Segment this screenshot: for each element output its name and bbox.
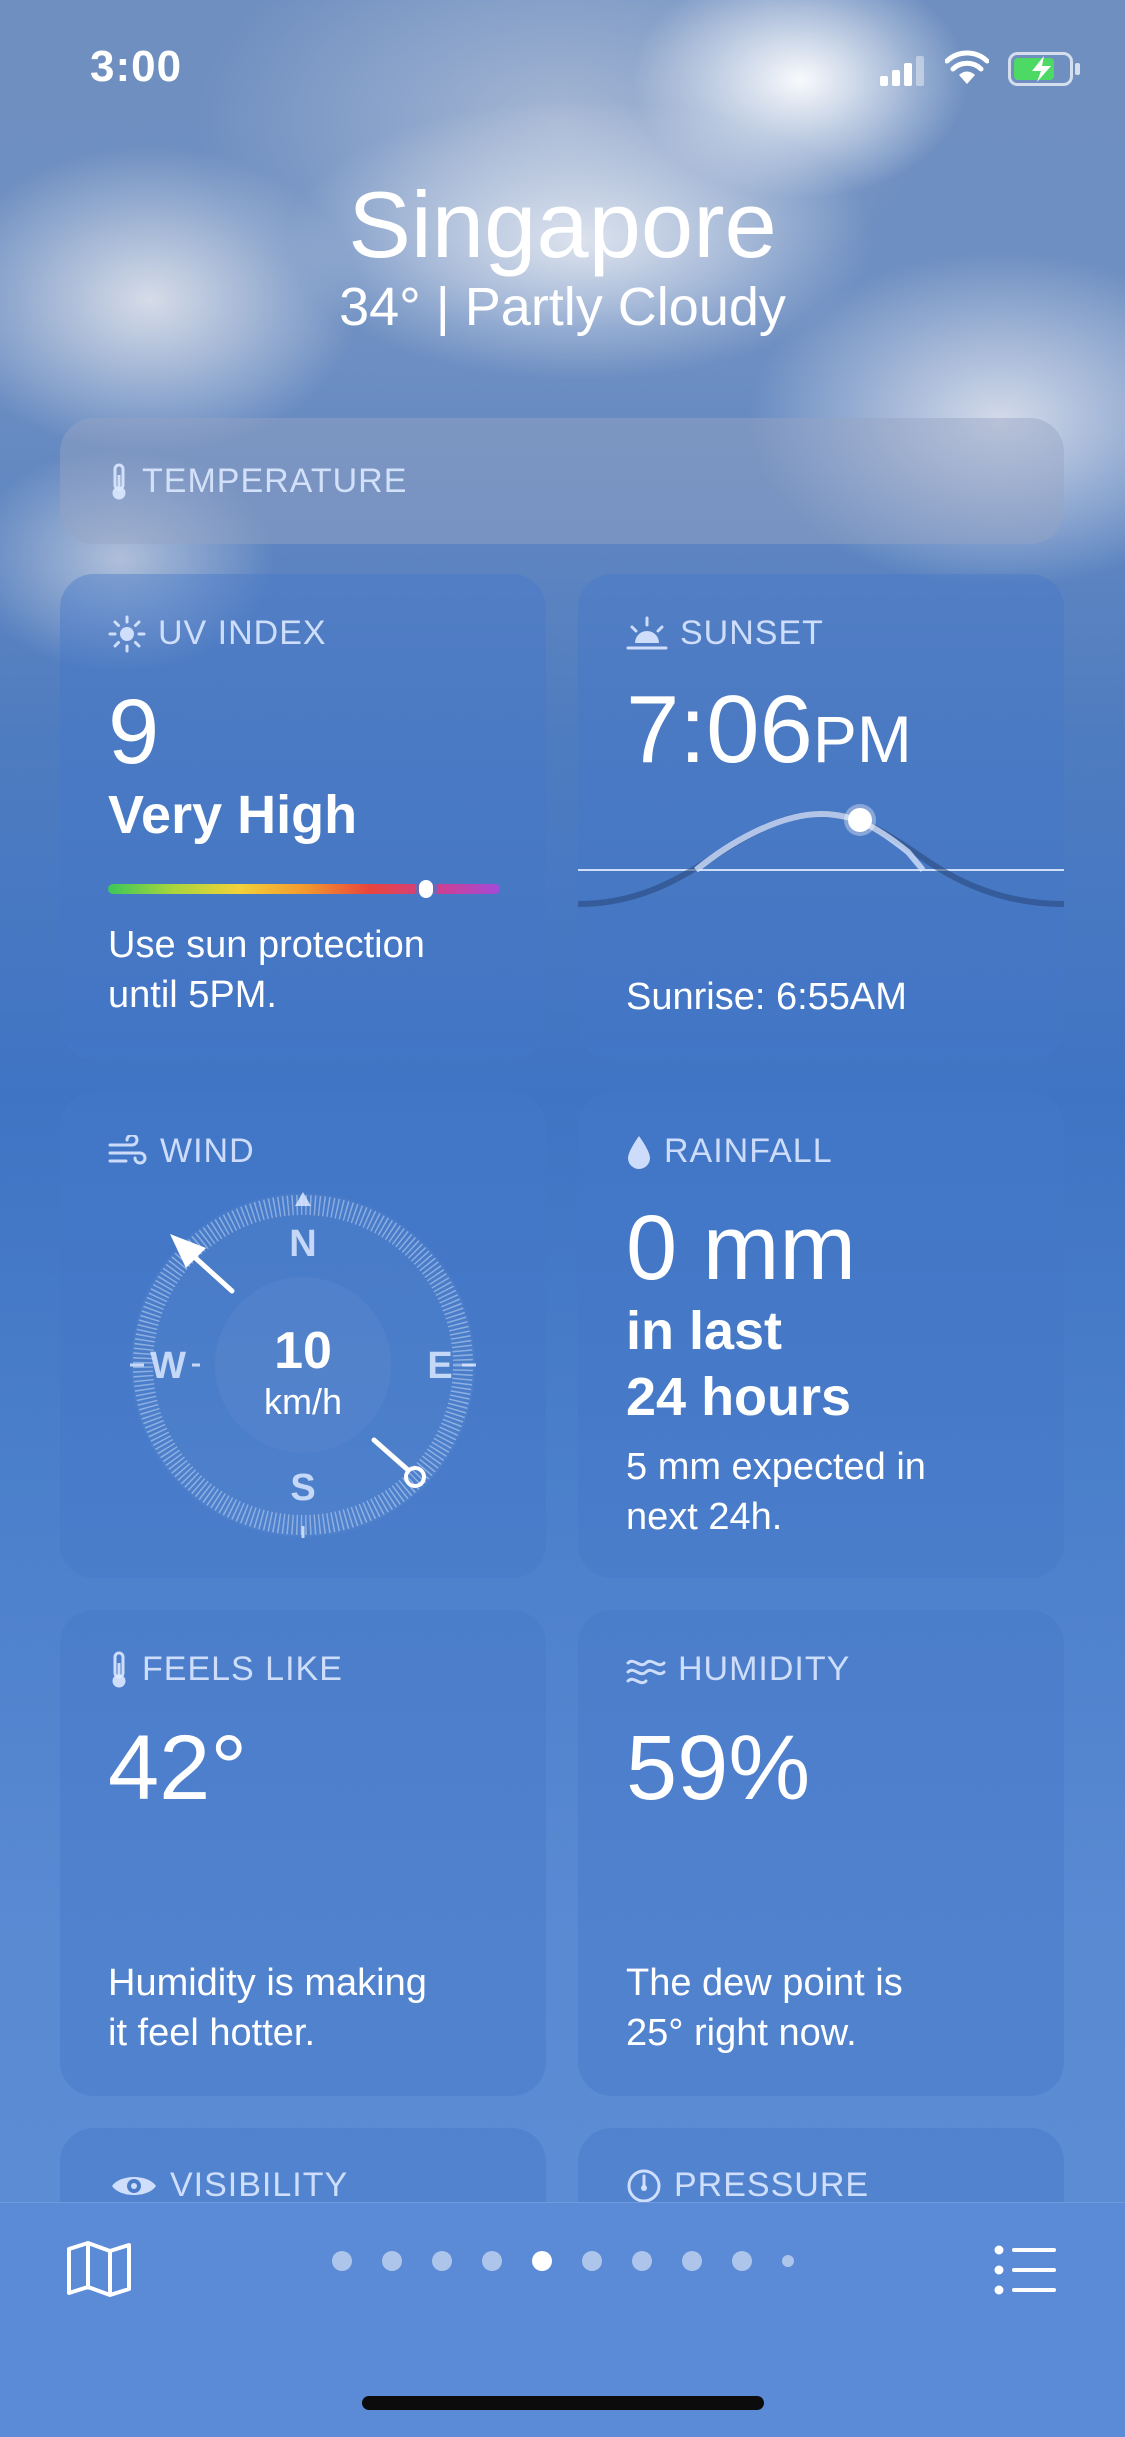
- feels-like-desc-line2: it feel hotter.: [108, 2012, 316, 2054]
- thermometer-icon: [112, 1651, 126, 1687]
- uv-index-desc-line1: Use sun protection: [108, 924, 425, 966]
- raindrop-icon: [628, 1135, 650, 1169]
- rainfall-period-line1: in last: [626, 1301, 783, 1361]
- page-dot[interactable]: [631, 2251, 652, 2271]
- humidity-icon: [626, 1659, 666, 1684]
- temperature-title: TEMPERATURE: [108, 462, 407, 501]
- pressure-title-label: PRESSURE: [674, 2166, 870, 2204]
- sunset-title-label: SUNSET: [680, 614, 824, 652]
- sunset-title: SUNSET: [626, 614, 824, 653]
- uv-index-card[interactable]: UV INDEX 9 Very High Use sun protection …: [60, 574, 546, 1060]
- wind-title: WIND: [108, 1132, 255, 1171]
- humidity-card[interactable]: HUMIDITY 59% The dew point is 25° right …: [578, 1610, 1064, 2096]
- rainfall-card[interactable]: RAINFALL 0 mm in last 24 hours 5 mm expe…: [578, 1092, 1064, 1578]
- page-dot[interactable]: [731, 2251, 752, 2271]
- temperature-title-label: TEMPERATURE: [142, 462, 408, 500]
- rainfall-title: RAINFALL: [626, 1132, 833, 1171]
- visibility-title-label: VISIBILITY: [170, 2166, 349, 2204]
- page-dot[interactable]: [381, 2251, 402, 2271]
- uv-index-value: 9: [108, 681, 160, 783]
- page-indicator[interactable]: [0, 2251, 1125, 2271]
- rainfall-value: 0 mm: [626, 1197, 856, 1299]
- thermometer-icon: [112, 463, 126, 499]
- wind-card[interactable]: WIND N S E W 10 km/h: [60, 1092, 546, 1578]
- home-indicator[interactable]: [362, 2396, 764, 2410]
- sunset-icon: [626, 616, 668, 649]
- page-dot[interactable]: [331, 2251, 352, 2271]
- uv-index-title: UV INDEX: [108, 614, 327, 653]
- current-summary: 34° | Partly Cloudy: [339, 277, 786, 337]
- humidity-title: HUMIDITY: [626, 1650, 850, 1689]
- wind-speed-value: 10: [274, 1322, 332, 1380]
- sunrise-time: Sunrise: 6:55AM: [626, 976, 907, 1018]
- sun-path-below: [578, 810, 1064, 907]
- gauge-icon: [627, 2169, 661, 2202]
- status-bar: 3:00: [0, 0, 1125, 140]
- feels-like-title: FEELS LIKE: [108, 1650, 343, 1689]
- sunset-card[interactable]: SUNSET 7:06PM Sunrise: 6:55AM: [578, 574, 1064, 1060]
- pressure-title: PRESSURE: [626, 2166, 869, 2205]
- location-header: Singapore 34° | Partly Cloudy: [0, 170, 1125, 340]
- feels-like-title-label: FEELS LIKE: [142, 1650, 343, 1688]
- feels-like-desc-line1: Humidity is making: [108, 1962, 427, 2004]
- uv-index-marker: [418, 880, 433, 898]
- compass-west: W: [150, 1345, 186, 1387]
- wind-compass: N S E W 10 km/h: [130, 1192, 476, 1538]
- eye-icon: [112, 2176, 156, 2195]
- uv-index-level: Very High: [108, 785, 358, 845]
- temperature-card[interactable]: TEMPERATURE: [60, 418, 1064, 544]
- sunset-time-ampm: PM: [812, 702, 912, 776]
- rainfall-period-line2: 24 hours: [626, 1367, 852, 1427]
- uv-index-desc-line2: until 5PM.: [108, 974, 277, 1016]
- humidity-value: 59%: [626, 1717, 811, 1819]
- rainfall-title-label: RAINFALL: [664, 1132, 833, 1170]
- rainfall-desc-line1: 5 mm expected in: [626, 1446, 926, 1488]
- cellular-signal-icon: [880, 56, 924, 86]
- rainfall-desc-line2: next 24h.: [626, 1496, 783, 1538]
- sun-path-above: [694, 810, 926, 873]
- humidity-desc-line1: The dew point is: [626, 1962, 903, 2004]
- sunset-time: 7:06PM: [626, 680, 912, 789]
- page-dot[interactable]: [431, 2251, 452, 2271]
- sun-path-graph: [578, 804, 1064, 907]
- page-dot[interactable]: [481, 2251, 502, 2271]
- status-time: 3:00: [90, 42, 183, 91]
- compass-south: S: [290, 1467, 315, 1509]
- page-dot[interactable]: [581, 2251, 602, 2271]
- compass-east: E: [427, 1345, 452, 1387]
- page-dot[interactable]: [531, 2251, 552, 2271]
- humidity-title-label: HUMIDITY: [678, 1650, 851, 1688]
- feels-like-card[interactable]: FEELS LIKE 42° Humidity is making it fee…: [60, 1610, 546, 2096]
- visibility-title: VISIBILITY: [110, 2166, 348, 2205]
- uv-index-bar: [108, 880, 500, 898]
- compass-north: N: [289, 1223, 316, 1265]
- sun-icon: [108, 615, 146, 652]
- sunset-time-value: 7:06: [626, 676, 813, 783]
- sun-position-dot: [848, 808, 872, 832]
- uv-index-title-label: UV INDEX: [158, 614, 327, 652]
- wind-speed-unit: km/h: [264, 1381, 342, 1422]
- humidity-desc-line2: 25° right now.: [626, 2012, 857, 2054]
- wind-icon: [108, 1134, 147, 1164]
- feels-like-value: 42°: [108, 1717, 248, 1819]
- page-dot[interactable]: [781, 2255, 794, 2267]
- battery-charging-icon: [1008, 52, 1080, 86]
- page-dot[interactable]: [681, 2251, 702, 2271]
- wifi-icon: [945, 50, 989, 84]
- list-icon[interactable]: [994, 2245, 1058, 2295]
- wind-title-label: WIND: [160, 1132, 255, 1170]
- city-name: Singapore: [348, 172, 777, 277]
